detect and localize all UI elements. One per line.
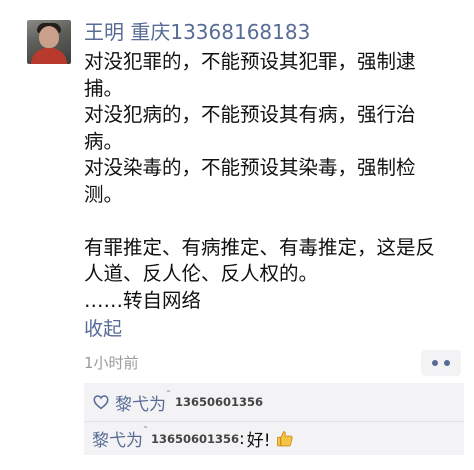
heart-icon [93,395,109,410]
post-line: ……转自网络 [84,288,202,312]
liker-phone: 13650601356 [175,395,264,409]
post-line: 对没犯罪的，不能预设其犯罪，强制逮 [84,50,416,73]
liker-name[interactable]: 黎弋为 [115,390,166,415]
post-line: 病。 [84,129,124,153]
poster-avatar[interactable] [27,20,71,64]
name-mark: ˜ [166,389,171,401]
commenter-name[interactable]: 黎弋为 [92,426,143,451]
commenter-phone: 13650601356 [151,431,240,446]
collapse-link[interactable]: 收起 [84,317,122,341]
more-dots-icon [432,360,438,366]
likes-row: 黎弋为 ˜ 13650601356 [84,383,464,422]
thumbs-up-icon [276,430,293,446]
post-line: 对没染毒的，不能预设其染毒，强制检 [84,156,416,179]
more-actions-button[interactable] [421,350,461,376]
post-line: 有罪推定、有病推定、有毒推定，这是反 [84,235,436,259]
post-content: 对没犯罪的，不能预设其犯罪，强制逮 捕。 对没犯病的，不能预设其有病，强行治 病… [84,49,464,314]
name-mark: ˜ [143,426,148,437]
poster-name[interactable]: 王明 重庆13368168183 [84,20,310,44]
comment-row[interactable]: 黎弋为 ˜ 13650601356: 好! [84,422,464,455]
post-line: 测。 [84,182,124,206]
post-line: 对没犯病的，不能预设其有病，强行治 [84,103,416,126]
interaction-panel: 黎弋为 ˜ 13650601356 黎弋为 ˜ 13650601356: 好! [84,383,464,455]
more-dots-icon [444,360,450,366]
post-line: 捕。 [84,76,124,100]
comment-separator: : [239,428,245,449]
post-timestamp: 1小时前 [84,354,139,372]
comment-text: 好! [246,431,271,451]
post-line: 人道、反人伦、反人权的。 [84,262,319,285]
